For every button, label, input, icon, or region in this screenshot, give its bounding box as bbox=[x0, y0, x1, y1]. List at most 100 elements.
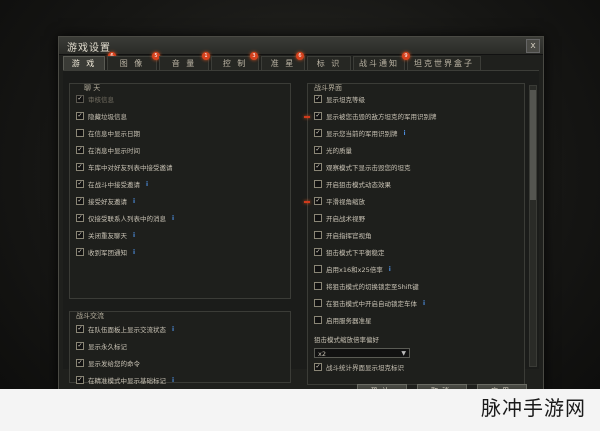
info-icon[interactable]: i bbox=[172, 327, 178, 333]
checkbox[interactable] bbox=[314, 231, 322, 239]
checkbox[interactable] bbox=[76, 129, 84, 137]
battle-ui-panel: 战斗界面 ✓ 显示坦克等级 ✓ 显示被您击毁的敌方坦克的军用识别牌 ✓ 显示您当前的军… bbox=[304, 83, 525, 385]
checkbox-row[interactable]: ✓ 接受好友邀请 i bbox=[76, 196, 139, 208]
checkbox-label: 开启狙击模式动态效果 bbox=[326, 181, 391, 189]
checkbox[interactable]: ✓ bbox=[76, 214, 84, 222]
info-icon[interactable]: i bbox=[133, 199, 139, 205]
checkbox-label: 显示您当前的军用识别牌 bbox=[326, 130, 398, 138]
checkbox[interactable]: ✓ bbox=[314, 112, 322, 120]
checkbox[interactable] bbox=[314, 299, 322, 307]
checkbox-row[interactable]: ✓ 在队伍面板上显示交流状态 i bbox=[76, 324, 178, 336]
checkbox[interactable]: ✓ bbox=[76, 376, 84, 384]
checkbox-label: 战斗统计界面显示坦克标识 bbox=[326, 364, 404, 372]
checkbox[interactable] bbox=[314, 265, 322, 273]
checkbox-label: 启用服务器准星 bbox=[326, 317, 372, 325]
checkbox-row[interactable]: ✓ 观察模式下显示击毁您的坦克 bbox=[314, 162, 411, 174]
panel-title: 战斗交流 bbox=[76, 312, 104, 320]
info-icon[interactable]: i bbox=[133, 250, 139, 256]
checkbox[interactable]: ✓ bbox=[76, 197, 84, 205]
checkbox-row[interactable]: ✓ 战斗统计界面显示坦克标识 bbox=[314, 362, 404, 374]
chat-panel: 聊 天 ✓ 审核信息 ✓ 隐藏垃圾信息 在信息中显示日期 ✓ 在消息中显示时间 ✓ 车库… bbox=[69, 83, 291, 299]
checkbox[interactable]: ✓ bbox=[314, 146, 322, 154]
info-icon[interactable]: i bbox=[389, 267, 395, 273]
scrollbar-thumb[interactable] bbox=[530, 90, 536, 200]
checkbox-row[interactable]: ✓ 显示被您击毁的敌方坦克的军用识别牌 bbox=[314, 111, 437, 123]
tab-game[interactable]: 游 戏 6 bbox=[63, 52, 116, 70]
tab-graphics[interactable]: 图 像 5 bbox=[107, 52, 160, 70]
checkbox-row[interactable]: 启用服务器准星 bbox=[314, 315, 372, 327]
checkbox-row[interactable]: ✓ 隐藏垃圾信息 bbox=[76, 111, 127, 123]
checkbox-row[interactable]: 在狙击模式中开启自动锁定车体 i bbox=[314, 298, 429, 310]
checkbox[interactable]: ✓ bbox=[314, 363, 322, 371]
tab-controls[interactable]: 控 制 3 bbox=[211, 52, 259, 70]
checkbox[interactable]: ✓ bbox=[76, 95, 84, 103]
checkbox-row[interactable]: ✓ 车库中对好友列表中接受邀请 bbox=[76, 162, 173, 174]
checkbox-label: 隐藏垃圾信息 bbox=[88, 113, 127, 121]
checkbox-row[interactable]: ✓ 平滑视角缩放 bbox=[314, 196, 365, 208]
checkbox[interactable]: ✓ bbox=[314, 95, 322, 103]
checkbox-row[interactable]: ✓ 关闭重友聊天 i bbox=[76, 230, 139, 242]
checkbox-row[interactable]: ✓ 显示坦克等级 bbox=[314, 94, 365, 106]
panel-title: 聊 天 bbox=[84, 84, 101, 92]
info-icon[interactable]: i bbox=[172, 378, 178, 384]
checkbox-row[interactable]: ✓ 在精准模式中显示基础标记 i bbox=[76, 375, 178, 387]
checkbox[interactable] bbox=[314, 214, 322, 222]
notification-badge: 1 bbox=[202, 52, 210, 60]
checkbox[interactable]: ✓ bbox=[314, 248, 322, 256]
checkbox[interactable] bbox=[314, 180, 322, 188]
checkbox-label: 光的质量 bbox=[326, 147, 352, 155]
tab-crosshair[interactable]: 准 星 6 bbox=[261, 52, 305, 70]
checkbox[interactable]: ✓ bbox=[314, 129, 322, 137]
highlight-arrow-icon bbox=[304, 116, 310, 118]
checkbox-label: 开启指挥官视角 bbox=[326, 232, 372, 240]
checkbox-label: 显示被您击毁的敌方坦克的军用识别牌 bbox=[326, 113, 437, 121]
tab-markers[interactable]: 标 识 bbox=[307, 56, 351, 70]
checkbox-row[interactable]: ✓ 光的质量 bbox=[314, 145, 352, 157]
tab-wot-box[interactable]: 坦克世界盒子 9 bbox=[402, 52, 481, 70]
dialog-title: 游戏设置 bbox=[67, 43, 111, 54]
checkbox-label: 接受好友邀请 bbox=[88, 198, 127, 206]
checkbox[interactable]: ✓ bbox=[76, 342, 84, 350]
close-icon[interactable]: x bbox=[526, 39, 540, 53]
checkbox[interactable]: ✓ bbox=[314, 197, 322, 205]
checkbox-label: 启用x16和x25倍率 bbox=[326, 266, 383, 274]
info-icon[interactable]: i bbox=[404, 131, 410, 137]
checkbox-row[interactable]: ✓ 狙击模式下平衡稳定 bbox=[314, 247, 385, 259]
checkbox-row[interactable]: ✓ 在消息中显示时间 bbox=[76, 145, 140, 157]
checkbox[interactable]: ✓ bbox=[76, 248, 84, 256]
info-icon[interactable]: i bbox=[133, 233, 139, 239]
checkbox-row[interactable]: ✓ 显示发给您的命令 bbox=[76, 358, 140, 370]
checkbox[interactable] bbox=[314, 316, 322, 324]
checkbox[interactable]: ✓ bbox=[76, 359, 84, 367]
info-icon[interactable]: i bbox=[146, 182, 152, 188]
checkbox[interactable]: ✓ bbox=[76, 112, 84, 120]
checkbox-row[interactable]: 在信息中显示日期 bbox=[76, 128, 140, 140]
checkbox-row[interactable]: 将狙击模式的切换锁定至Shift键 bbox=[314, 281, 419, 293]
checkbox-row[interactable]: 开启指挥官视角 bbox=[314, 230, 372, 242]
info-icon[interactable]: i bbox=[172, 216, 178, 222]
checkbox-row[interactable]: ✓ 审核信息 bbox=[76, 94, 114, 106]
tab-sound[interactable]: 音 量 1 bbox=[159, 52, 210, 70]
checkbox[interactable]: ✓ bbox=[76, 146, 84, 154]
info-icon[interactable]: i bbox=[423, 301, 429, 307]
checkbox-row[interactable]: ✓ 显示永久标记 bbox=[76, 341, 127, 353]
checkbox[interactable]: ✓ bbox=[76, 325, 84, 333]
checkbox-row[interactable]: 启用x16和x25倍率 i bbox=[314, 264, 395, 276]
checkbox[interactable]: ✓ bbox=[314, 163, 322, 171]
checkbox-row[interactable]: ✓ 收到军团通知 i bbox=[76, 247, 139, 259]
checkbox-row[interactable]: 开启狙击模式动态效果 bbox=[314, 179, 391, 191]
checkbox[interactable]: ✓ bbox=[76, 180, 84, 188]
checkbox[interactable] bbox=[314, 282, 322, 290]
checkbox-row[interactable]: ✓ 仅接受联系人列表中的消息 i bbox=[76, 213, 178, 225]
checkbox-row[interactable]: 开启战术视野 bbox=[314, 213, 365, 225]
scrollbar[interactable] bbox=[529, 85, 537, 367]
checkbox-row[interactable]: ✓ 显示您当前的军用识别牌 i bbox=[314, 128, 410, 140]
zoom-select[interactable]: x2 ▼ bbox=[314, 348, 410, 358]
checkbox[interactable]: ✓ bbox=[76, 231, 84, 239]
checkbox-label: 显示坦克等级 bbox=[326, 96, 365, 104]
checkbox[interactable]: ✓ bbox=[76, 163, 84, 171]
panel-title: 战斗界面 bbox=[314, 84, 342, 92]
checkbox-row[interactable]: ✓ 在战斗中接受邀请 i bbox=[76, 179, 152, 191]
tab-battle-notices[interactable]: 战斗通知 bbox=[353, 56, 405, 70]
tab-label: 音 量 bbox=[171, 59, 197, 68]
